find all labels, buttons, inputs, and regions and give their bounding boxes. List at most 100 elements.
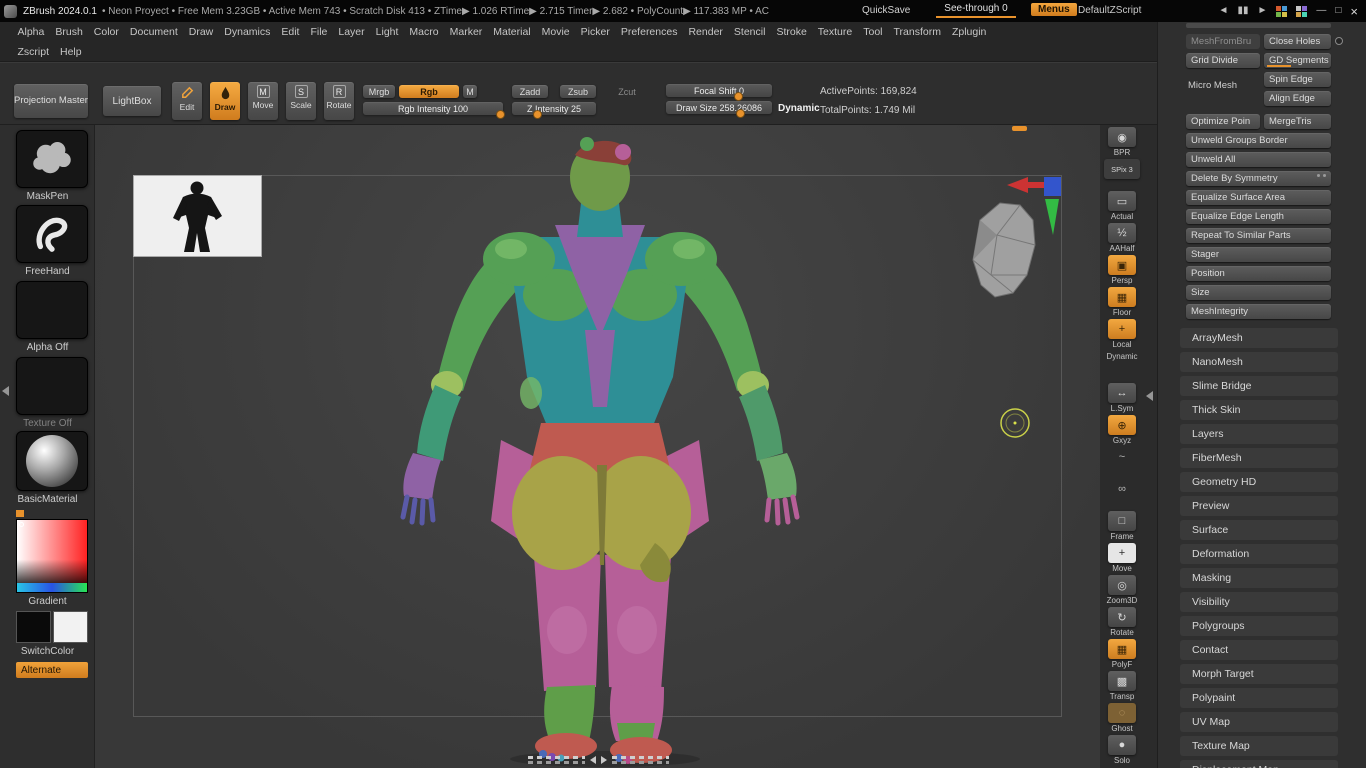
close-holes-button[interactable]: Close Holes (1264, 34, 1331, 49)
menu-item[interactable]: Brush (50, 26, 88, 38)
palette-section-row[interactable]: FiberMesh (1180, 448, 1338, 468)
palette-section-row[interactable]: Geometry HD (1180, 472, 1338, 492)
stager-button[interactable]: Stager (1186, 247, 1331, 262)
rgb-intensity-slider[interactable]: Rgb Intensity 100 (363, 102, 503, 115)
slider-handle[interactable] (533, 110, 542, 119)
scale-button[interactable]: S Scale (286, 82, 316, 120)
close-holes-modifier-icon[interactable] (1335, 37, 1343, 45)
rotate-button[interactable]: R Rotate (324, 82, 354, 120)
right-shelf-item[interactable]: + Move (1102, 543, 1142, 575)
draw-button[interactable]: Draw (210, 82, 240, 120)
palette-section-row[interactable]: ArrayMesh (1180, 328, 1338, 348)
dynamic-mode-label[interactable]: Dynamic (778, 103, 820, 114)
menu-item[interactable]: Help (55, 46, 88, 58)
mesh-from-brush-button[interactable]: MeshFromBru (1186, 34, 1260, 49)
menu-item[interactable]: Stroke (771, 26, 812, 38)
menu-item[interactable]: Light (370, 26, 404, 38)
right-shelf-item[interactable]: □ Frame (1102, 511, 1142, 543)
right-shelf-item[interactable]: ▭ Actual (1102, 191, 1142, 223)
right-shelf-item[interactable]: ⊕ Gxyz (1102, 415, 1142, 447)
lightbox-button[interactable]: LightBox (103, 86, 161, 116)
z-intensity-slider[interactable]: Z Intensity 25 (512, 102, 596, 115)
zsub-button[interactable]: Zsub (560, 85, 596, 98)
right-shelf-item[interactable]: Dynamic (1102, 351, 1142, 383)
shelf-divider-marker[interactable] (1012, 126, 1027, 131)
zadd-button[interactable]: Zadd (512, 85, 548, 98)
rgb-button[interactable]: Rgb (399, 85, 459, 98)
menu-item[interactable]: Preferences (615, 26, 683, 38)
right-shelf-item[interactable]: ◌ Ghost (1102, 703, 1142, 735)
right-shelf-item[interactable]: ▩ Transp (1102, 671, 1142, 703)
menu-item[interactable]: Zplugin (946, 26, 991, 38)
menu-item[interactable]: File (305, 26, 333, 38)
scroll-right-arrow-icon[interactable] (601, 756, 607, 764)
right-shelf-item[interactable]: ▦ PolyF (1102, 639, 1142, 671)
menu-item[interactable]: Alpha (12, 26, 50, 38)
default-zscript-button[interactable]: DefaultZScript (1078, 5, 1141, 16)
color-gradient-picker[interactable] (16, 519, 88, 593)
quicksave-button[interactable]: QuickSave (862, 5, 910, 16)
menu-item[interactable]: Zscript (12, 46, 55, 58)
menu-item[interactable]: Material (488, 26, 536, 38)
grid-divide-button[interactable]: Grid Divide (1186, 53, 1260, 68)
merge-tris-button[interactable]: MergeTris (1264, 114, 1331, 129)
menu-item[interactable]: Document (124, 26, 183, 38)
right-shelf-item[interactable]: ● Solo (1102, 735, 1142, 767)
menus-button[interactable]: Menus (1031, 3, 1077, 16)
color-chip[interactable] (16, 510, 24, 517)
see-through-slider[interactable]: See-through 0 (936, 3, 1016, 18)
material-selector[interactable] (16, 431, 88, 491)
palette-grid-icon-2[interactable] (1296, 6, 1307, 17)
character-model[interactable] (403, 137, 797, 767)
palette-section-row[interactable]: Masking (1180, 568, 1338, 588)
brush-selector-maskpen[interactable] (16, 130, 88, 188)
menu-item[interactable]: Edit (276, 26, 305, 38)
right-shelf-item[interactable]: ~ (1102, 447, 1142, 479)
palette-section-row[interactable]: Slime Bridge (1180, 376, 1338, 396)
document-canvas[interactable] (95, 125, 1100, 768)
palette-section-row[interactable]: UV Map (1180, 712, 1338, 732)
slider-handle[interactable] (736, 109, 745, 118)
lowpoly-head-mesh[interactable] (973, 203, 1035, 297)
menu-item[interactable]: Draw (183, 26, 219, 38)
right-tray-collapse-arrow[interactable] (1146, 391, 1153, 401)
menu-item[interactable]: Layer (333, 26, 370, 38)
texture-selector[interactable] (16, 357, 88, 415)
menu-item[interactable]: Render (683, 26, 728, 38)
stroke-selector-freehand[interactable] (16, 205, 88, 263)
palette-section-row[interactable]: Polypaint (1180, 688, 1338, 708)
optimize-points-button[interactable]: Optimize Poin (1186, 114, 1260, 129)
scroll-left-icon[interactable]: ◄ (1219, 6, 1229, 16)
canvas-scrollbar[interactable] (528, 754, 678, 765)
palette-section-row[interactable]: Surface (1180, 520, 1338, 540)
focal-shift-slider[interactable]: Focal Shift 0 (666, 84, 772, 97)
palette-section-row[interactable]: Thick Skin (1180, 400, 1338, 420)
draw-size-slider[interactable]: Draw Size 258.26086 (666, 101, 772, 114)
right-shelf-item[interactable]: ◉ BPR (1102, 127, 1142, 159)
unweld-all-button[interactable]: Unweld All (1186, 152, 1331, 167)
palette-section-row[interactable]: Texture Map (1180, 736, 1338, 756)
restore-icon[interactable]: □ (1335, 6, 1341, 16)
menu-item[interactable]: Stencil (728, 26, 771, 38)
right-shelf-item[interactable]: ↻ Rotate (1102, 607, 1142, 639)
position-button[interactable]: Position (1186, 266, 1331, 281)
right-shelf-item[interactable]: ↔ L.Sym (1102, 383, 1142, 415)
unweld-groups-border-button[interactable]: Unweld Groups Border (1186, 133, 1331, 148)
repeat-to-similar-parts-button[interactable]: Repeat To Similar Parts (1186, 228, 1331, 243)
spin-edge-button[interactable]: Spin Edge (1264, 72, 1331, 87)
pause-bars-icon[interactable]: ▮▮ (1237, 6, 1248, 16)
mrgb-button[interactable]: Mrgb (363, 85, 395, 98)
m-button[interactable]: M (463, 85, 477, 98)
menu-item[interactable]: Transform (888, 26, 946, 38)
palette-section-row[interactable]: Polygroups (1180, 616, 1338, 636)
zcut-button[interactable]: Zcut (612, 85, 642, 98)
equalize-surface-area-button[interactable]: Equalize Surface Area (1186, 190, 1331, 205)
move-button[interactable]: M Move (248, 82, 278, 120)
size-button[interactable]: Size (1186, 285, 1331, 300)
menu-item[interactable]: Macro (404, 26, 444, 38)
menu-item[interactable]: Tool (858, 26, 888, 38)
alternate-button[interactable]: Alternate (16, 662, 88, 678)
palette-section-row[interactable]: Morph Target (1180, 664, 1338, 684)
micro-mesh-label[interactable]: Micro Mesh (1188, 80, 1237, 91)
alpha-selector[interactable] (16, 281, 88, 339)
